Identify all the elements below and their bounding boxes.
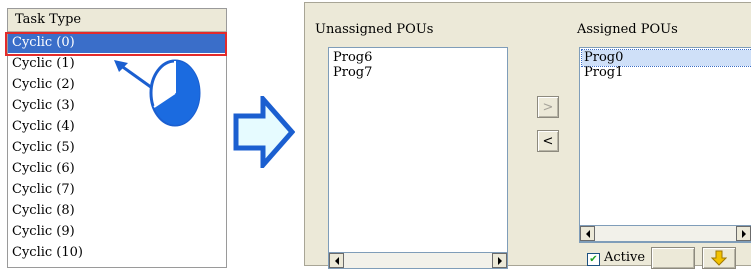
unassigned-hscrollbar[interactable]	[329, 252, 507, 268]
assigned-pou-item-selected[interactable]: Prog0	[581, 49, 751, 67]
unassign-button-label: <	[542, 133, 554, 149]
task-item-label: Cyclic (5)	[12, 140, 75, 155]
assigned-pous-list[interactable]: Prog0 Prog1	[579, 47, 751, 243]
task-item-label: Cyclic (8)	[12, 203, 75, 218]
unassigned-pou-item[interactable]: Prog6	[331, 50, 374, 66]
assigned-pous-label: Assigned POUs	[577, 22, 678, 37]
task-item-label: Cyclic (10)	[12, 245, 83, 260]
task-item-cyclic-10[interactable]: Cyclic (10)	[8, 243, 226, 263]
task-item-cyclic-7[interactable]: Cyclic (7)	[8, 180, 226, 200]
right-arrow-icon	[233, 96, 295, 168]
task-item-label: Cyclic (9)	[12, 224, 75, 239]
task-item-label: Cyclic (6)	[12, 161, 75, 176]
task-item-label: Cyclic (7)	[12, 182, 75, 197]
scroll-right-button[interactable]	[736, 226, 751, 241]
down-arrow-icon	[711, 250, 727, 266]
pie-clock-icon	[149, 59, 201, 127]
unassigned-pous-list[interactable]: Prog6 Prog7	[328, 47, 508, 269]
check-icon: ✔	[589, 254, 598, 265]
active-label: Active	[604, 250, 646, 265]
assigned-hscrollbar[interactable]	[580, 225, 751, 242]
task-item-label: Cyclic (4)	[12, 119, 75, 134]
task-item-cyclic-6[interactable]: Cyclic (6)	[8, 159, 226, 179]
task-type-header-label: Task Type	[15, 12, 82, 27]
scroll-left-button[interactable]	[580, 226, 595, 241]
task-item-label: Cyclic (1)	[12, 56, 75, 71]
active-checkbox[interactable]: ✔	[587, 253, 600, 266]
assign-button[interactable]: >	[537, 96, 559, 118]
assign-button-label: >	[542, 99, 554, 115]
task-type-header: Task Type	[8, 9, 226, 32]
unassigned-pous-label: Unassigned POUs	[315, 22, 434, 37]
pou-assignment-dialog: Unassigned POUs Prog6 Prog7 > < Assigned…	[304, 2, 751, 269]
assigned-pou-item[interactable]: Prog1	[582, 65, 625, 81]
unassigned-pou-item[interactable]: Prog7	[331, 65, 374, 81]
task-item-cyclic-5[interactable]: Cyclic (5)	[8, 138, 226, 158]
task-item-label: Cyclic (3)	[12, 98, 75, 113]
task-item-cyclic-9[interactable]: Cyclic (9)	[8, 222, 226, 242]
task-item-label: Cyclic (2)	[12, 77, 75, 92]
selection-highlight-outline	[5, 32, 227, 56]
unassign-button[interactable]: <	[537, 130, 559, 152]
task-item-cyclic-8[interactable]: Cyclic (8)	[8, 201, 226, 221]
